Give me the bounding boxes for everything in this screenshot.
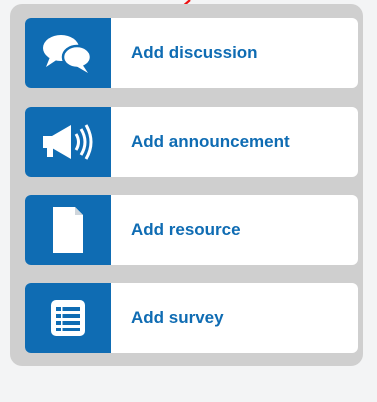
add-announcement-label: Add announcement [131,132,290,151]
document-icon [53,207,83,253]
add-resource-label: Add resource [131,220,241,239]
announcement-icon-box [25,107,111,177]
add-discussion-button[interactable]: Add discussion [25,18,358,88]
add-discussion-label: Add discussion [131,43,258,62]
megaphone-icon [43,124,93,160]
resource-icon-box [25,195,111,265]
add-survey-button[interactable]: Add survey [25,283,358,353]
add-survey-label: Add survey [131,308,224,327]
survey-icon-box [25,283,111,353]
quick-actions-panel: Add discussion Add announcement Add reso… [10,4,363,366]
add-announcement-button[interactable]: Add announcement [25,107,358,177]
survey-list-icon [51,300,85,336]
discussion-bubbles-icon [43,35,93,73]
discussion-icon-box [25,18,111,88]
add-resource-button[interactable]: Add resource [25,195,358,265]
